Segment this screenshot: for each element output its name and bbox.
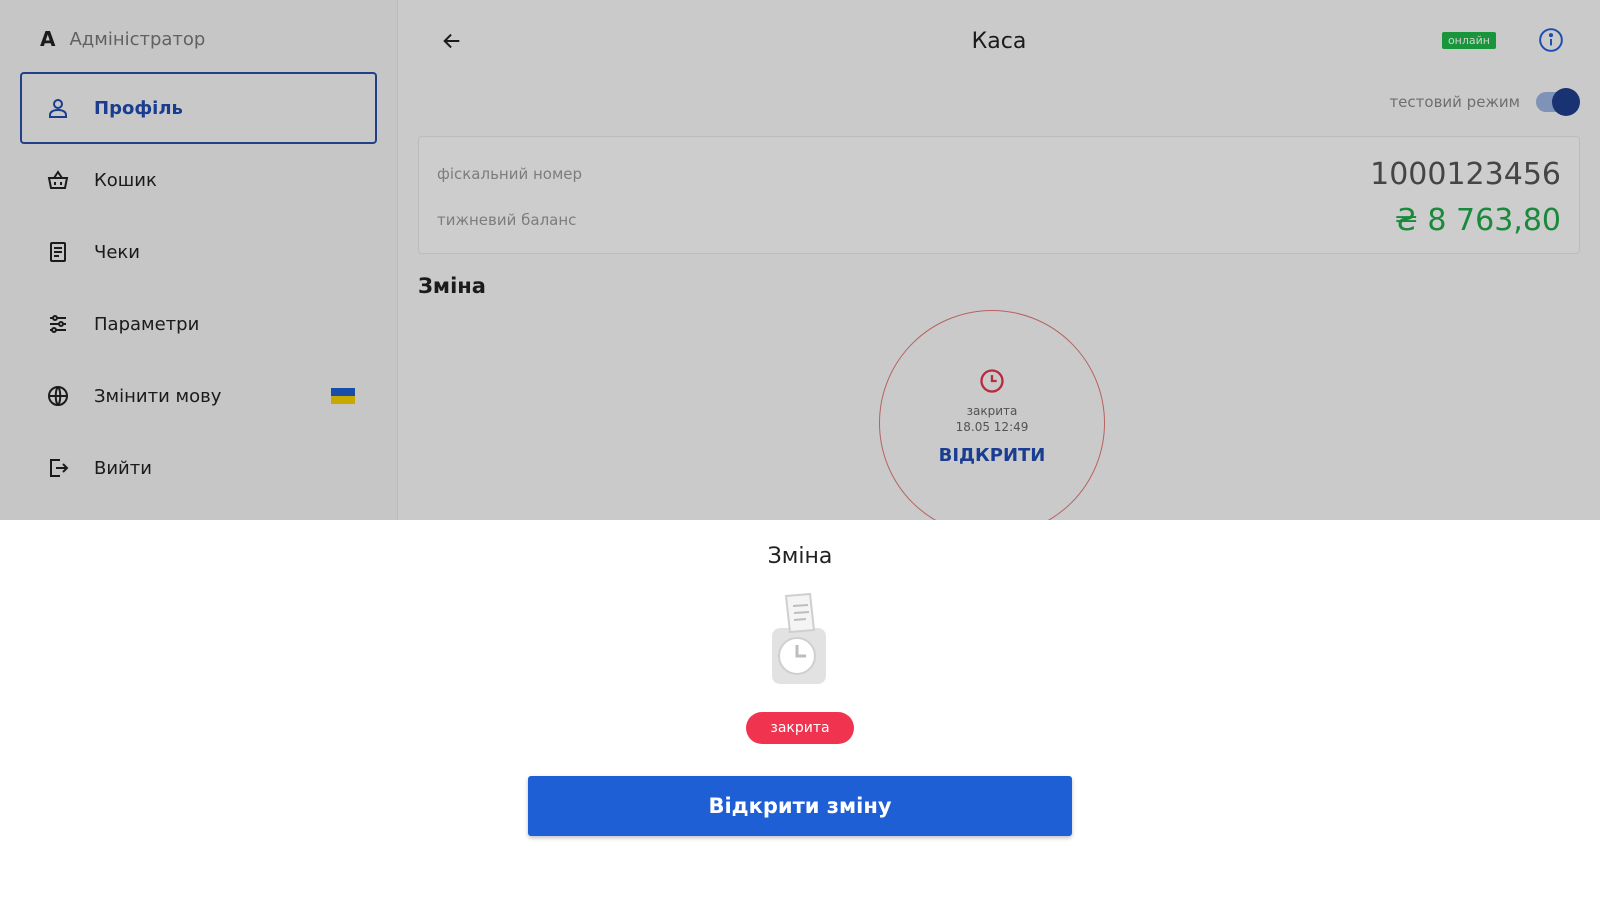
sheet-title: Зміна xyxy=(767,544,833,569)
shift-bottom-sheet: Зміна закрита Відкрити зміну xyxy=(0,520,1600,900)
open-shift-button[interactable]: Відкрити зміну xyxy=(528,776,1072,836)
modal-overlay[interactable] xyxy=(0,0,1600,520)
register-clock-icon xyxy=(764,592,834,688)
shift-closed-badge: закрита xyxy=(746,712,854,744)
